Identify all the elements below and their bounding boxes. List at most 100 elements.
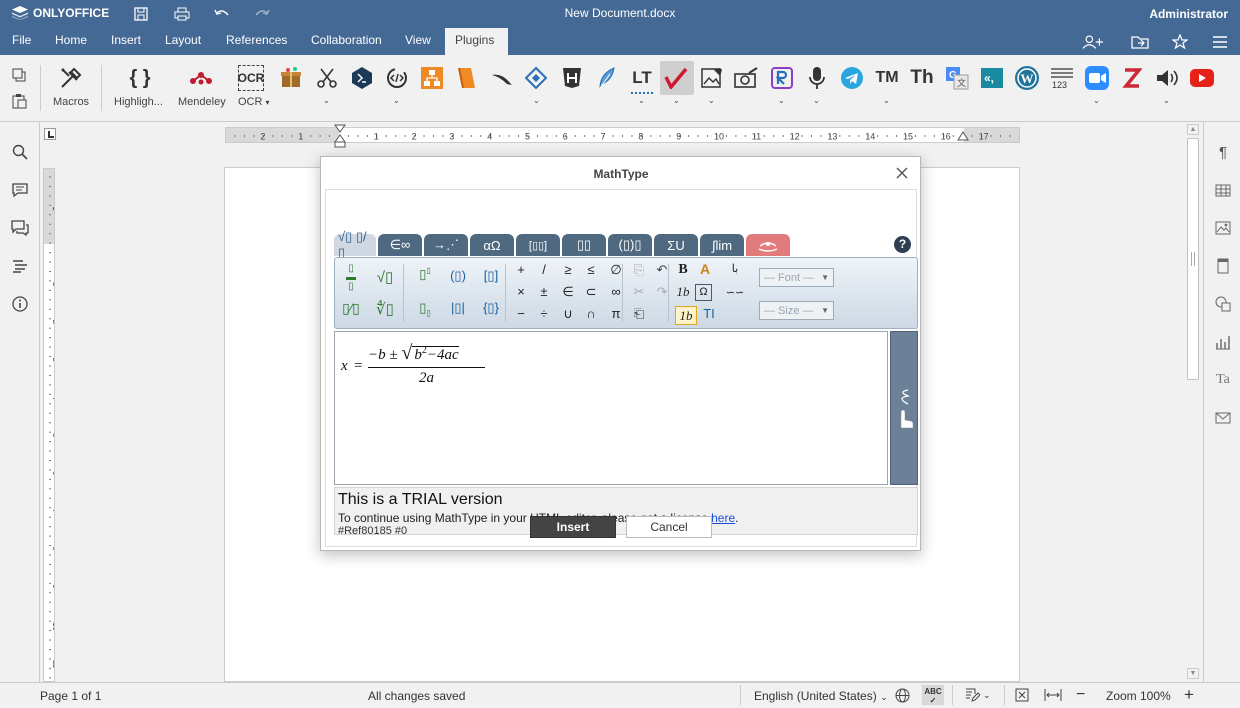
menu-collaboration[interactable]: Collaboration bbox=[301, 28, 392, 55]
table-settings-icon[interactable] bbox=[1211, 178, 1235, 202]
insert-button[interactable]: Insert bbox=[530, 516, 616, 538]
braces-template[interactable]: {▯} bbox=[481, 300, 501, 316]
search-icon[interactable] bbox=[8, 140, 32, 164]
hamburger-menu-icon[interactable] bbox=[1209, 31, 1231, 53]
element-of-symbol[interactable]: ∈ bbox=[558, 284, 578, 300]
menu-file[interactable]: File bbox=[2, 28, 41, 55]
navigation-headings-icon[interactable] bbox=[8, 254, 32, 278]
photo-editor-icon[interactable] bbox=[731, 63, 761, 93]
scroll-up-arrow-icon[interactable]: ▲ bbox=[1187, 124, 1199, 135]
sqrt-template[interactable]: √▯ bbox=[375, 268, 395, 286]
font-select[interactable]: — Font — ▼ bbox=[759, 268, 834, 287]
page-count[interactable]: Page 1 of 1 bbox=[40, 689, 101, 703]
empty-set-symbol[interactable]: ∅ bbox=[606, 262, 626, 278]
menu-view[interactable]: View bbox=[395, 28, 441, 55]
chevron-down-icon[interactable]: ⌄ bbox=[1163, 96, 1170, 105]
tab-matrices[interactable]: [▯▯] bbox=[516, 234, 560, 256]
speech-speaker-icon[interactable] bbox=[1152, 63, 1182, 93]
mendeley-icon[interactable] bbox=[186, 63, 216, 93]
tab-calculus[interactable]: ∫lim bbox=[700, 234, 744, 256]
chevron-down-icon[interactable]: ⌄ bbox=[673, 96, 680, 105]
track-changes-menu[interactable]: ⌄ bbox=[964, 687, 991, 703]
paste-formula-icon[interactable]: ⎗ bbox=[629, 306, 649, 322]
chevron-down-icon[interactable]: ⌄ bbox=[883, 96, 890, 105]
subset-symbol[interactable]: ⊂ bbox=[581, 284, 601, 300]
nth-root-template[interactable]: ∜▯ bbox=[375, 300, 395, 318]
html-icon[interactable] bbox=[557, 63, 587, 93]
thesaurus-icon[interactable]: Th bbox=[907, 63, 937, 93]
menu-references[interactable]: References bbox=[216, 28, 297, 55]
mendeley-label[interactable]: Mendeley bbox=[178, 96, 226, 108]
handwriting-panel-toggle[interactable] bbox=[890, 331, 918, 485]
obelus-symbol[interactable]: ÷ bbox=[534, 306, 554, 321]
special-chars-icon[interactable]: Ω bbox=[695, 284, 712, 301]
copy-formula-icon[interactable]: ⎘ bbox=[629, 262, 649, 278]
zotero-icon[interactable] bbox=[1117, 63, 1147, 93]
pi-symbol[interactable]: π bbox=[606, 306, 626, 321]
tab-scripts[interactable]: ▯▯ bbox=[562, 234, 606, 256]
help-icon[interactable]: ? bbox=[894, 236, 911, 253]
text-style-icon[interactable]: TI bbox=[699, 306, 719, 321]
license-link[interactable]: here bbox=[711, 511, 735, 525]
pen-icon[interactable] bbox=[487, 63, 517, 93]
formula-editor[interactable]: x = −b ± √ b2−4ac 2a bbox=[334, 331, 888, 485]
tab-general[interactable]: √▯ ▯/▯ bbox=[334, 229, 376, 260]
brackets-template[interactable]: [▯] bbox=[481, 268, 501, 284]
size-select[interactable]: — Size — ▼ bbox=[759, 301, 834, 320]
image-settings-icon[interactable] bbox=[1211, 216, 1235, 240]
comments-icon[interactable] bbox=[8, 178, 32, 202]
tab-greek[interactable]: αΩ bbox=[470, 234, 514, 256]
menu-layout[interactable]: Layout bbox=[155, 28, 211, 55]
plus-symbol[interactable]: + bbox=[511, 262, 531, 277]
about-info-icon[interactable] bbox=[8, 292, 32, 316]
notes-book-icon[interactable] bbox=[452, 63, 482, 93]
vertical-ruler[interactable]: 11234567891011 bbox=[43, 168, 55, 682]
menu-home[interactable]: Home bbox=[45, 28, 97, 55]
right-indent-marker[interactable] bbox=[957, 129, 969, 144]
zoom-in-icon[interactable]: + bbox=[1184, 685, 1194, 705]
ocr-dropdown[interactable]: OCR ▾ bbox=[238, 96, 270, 108]
telegram-icon[interactable] bbox=[837, 63, 867, 93]
leq-symbol[interactable]: ≤ bbox=[581, 262, 601, 277]
scroll-down-arrow-icon[interactable]: ▼ bbox=[1187, 668, 1199, 679]
add-user-icon[interactable] bbox=[1082, 31, 1104, 53]
menu-insert[interactable]: Insert bbox=[101, 28, 151, 55]
fraction-template[interactable]: ▯ ▬ ▯ bbox=[341, 264, 361, 292]
italic-1b-icon[interactable]: 1b bbox=[673, 284, 693, 300]
tab-handwriting[interactable] bbox=[746, 234, 790, 256]
chevron-down-icon[interactable]: ⌄ bbox=[393, 96, 400, 105]
microphone-icon[interactable] bbox=[802, 63, 832, 93]
image-edit-icon[interactable] bbox=[697, 63, 727, 93]
typograf-icon[interactable]: «, bbox=[977, 63, 1007, 93]
union-symbol[interactable]: ∪ bbox=[558, 306, 578, 322]
open-location-icon[interactable] bbox=[1129, 31, 1151, 53]
subscript-template[interactable]: ▯▯ bbox=[415, 300, 435, 318]
times-symbol[interactable]: × bbox=[511, 284, 531, 299]
abs-bars-template[interactable]: |▯| bbox=[448, 300, 468, 316]
mathtype-plugin-icon[interactable] bbox=[660, 61, 694, 95]
plus-minus-symbol[interactable]: ± bbox=[534, 284, 554, 299]
translate-tm-icon[interactable]: TM bbox=[872, 63, 902, 93]
divide-slash-symbol[interactable]: / bbox=[534, 262, 554, 277]
fit-width-icon[interactable] bbox=[1044, 688, 1062, 705]
geq-symbol[interactable]: ≥ bbox=[558, 262, 578, 277]
chat-icon[interactable] bbox=[8, 216, 32, 240]
diagram-icon[interactable] bbox=[417, 63, 447, 93]
highlight-code-icon[interactable]: { } bbox=[125, 63, 155, 93]
tab-brackets[interactable]: (▯)▯ bbox=[608, 234, 652, 256]
rainbow-r-icon[interactable] bbox=[767, 63, 797, 93]
wordpress-icon[interactable]: W bbox=[1012, 63, 1042, 93]
zoom-level[interactable]: Zoom 100% bbox=[1106, 689, 1171, 703]
tab-arrows[interactable]: →⋰ bbox=[424, 234, 468, 256]
ocr-icon[interactable]: OCR bbox=[238, 65, 264, 91]
formula-redo-icon[interactable]: ↷ bbox=[652, 284, 672, 300]
cut-formula-icon[interactable]: ✂ bbox=[629, 284, 649, 300]
chevron-down-icon[interactable]: ⌄ bbox=[533, 96, 540, 105]
parentheses-template[interactable]: (▯) bbox=[448, 268, 468, 284]
code-sync-icon[interactable] bbox=[382, 63, 412, 93]
chart-settings-icon[interactable] bbox=[1211, 330, 1235, 354]
macros-label[interactable]: Macros bbox=[53, 96, 89, 108]
document-stamp-icon[interactable] bbox=[521, 63, 551, 93]
chevron-down-icon[interactable]: ⌄ bbox=[813, 96, 820, 105]
autocounter-icon[interactable]: 123 bbox=[1047, 63, 1077, 93]
